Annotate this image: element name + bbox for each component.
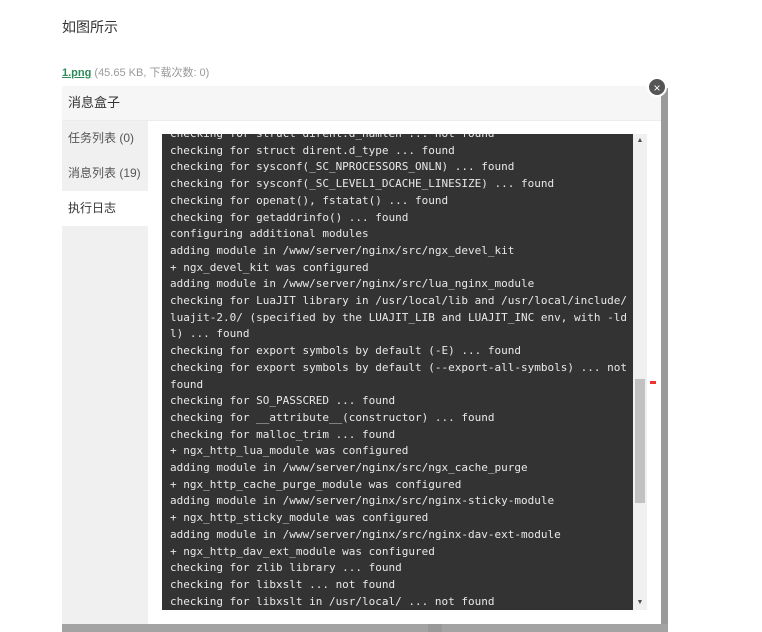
message-box-modal: 消息盒子 × 任务列表 (0) 消息列表 (19) 执行日志 checking … [62, 77, 667, 624]
attachment-meta: (45.65 KB, 下载次数: 0) [94, 67, 210, 79]
log-line: configuring additional modules [170, 227, 369, 241]
log-line: adding module in /www/server/nginx/src/n… [170, 461, 528, 475]
close-icon[interactable]: × [647, 77, 667, 97]
attachment-link[interactable]: 1.png [62, 67, 91, 79]
tab-message-list[interactable]: 消息列表 (19) [62, 156, 148, 191]
scroll-thumb[interactable] [635, 379, 645, 503]
log-line: checking for openat(), fstatat() ... fou… [170, 193, 449, 207]
attachment-info: 1.png (45.65 KB, 下载次数: 0) [62, 64, 209, 80]
log-line: + ngx_http_lua_module was configured [170, 444, 409, 458]
modal-title: 消息盒子 [68, 95, 121, 110]
red-marker [650, 381, 656, 384]
log-line: adding module in /www/server/nginx/src/l… [170, 277, 535, 291]
log-line: adding module in /www/server/nginx/src/n… [170, 494, 555, 508]
log-line: + ngx_http_dav_ext_module was configured [170, 544, 435, 558]
modal-header: 消息盒子 [62, 86, 661, 121]
log-line: checking for SO_PASSCRED ... found [170, 394, 396, 408]
log-line: checking for export symbols by default (… [170, 360, 634, 391]
log-line: checking for libxslt ... not found [170, 577, 396, 591]
log-line: checking for malloc_trim ... found [170, 427, 396, 441]
log-line: checking for struct dirent.d_type ... fo… [170, 143, 455, 157]
log-line: checking for sysconf(_SC_NPROCESSORS_ONL… [170, 160, 515, 174]
modal-backdrop-right [661, 88, 668, 632]
scroll-down-icon[interactable]: ▼ [633, 596, 647, 610]
execution-log-panel[interactable]: checking for struct dirent.d_namlen ... … [162, 134, 647, 610]
log-line: checking for export symbols by default (… [170, 344, 521, 358]
log-line: checking for __attribute__(constructor) … [170, 410, 495, 424]
log-line: checking for getaddrinfo() ... found [170, 210, 409, 224]
log-line: adding module in /www/server/nginx/src/n… [170, 527, 561, 541]
log-line: checking for libxslt in /usr/local/ ... … [170, 594, 495, 608]
log-scrollbar[interactable]: ▲ ▼ [633, 134, 647, 610]
log-line: checking for LuaJIT library in /usr/loca… [170, 294, 627, 341]
log-line: checking for struct dirent.d_namlen ... … [170, 134, 631, 143]
tab-execution-log[interactable]: 执行日志 [62, 191, 148, 226]
log-line: + ngx_http_cache_purge_module was config… [170, 477, 462, 491]
scroll-up-icon[interactable]: ▲ [633, 134, 647, 148]
log-line: adding module in /www/server/nginx/src/n… [170, 243, 515, 257]
post-caption: 如图所示 [62, 19, 118, 35]
tab-task-list[interactable]: 任务列表 (0) [62, 121, 148, 156]
log-line: checking for sysconf(_SC_LEVEL1_DCACHE_L… [170, 177, 555, 191]
log-line: + ngx_http_sticky_module was configured [170, 511, 429, 525]
modal-backdrop-bottom [62, 624, 668, 632]
modal-sidebar: 任务列表 (0) 消息列表 (19) 执行日志 [62, 121, 148, 624]
log-line: checking for zlib library ... found [170, 561, 402, 575]
log-line: + ngx_devel_kit was configured [170, 260, 369, 274]
log-output: checking for struct dirent.d_namlen ... … [170, 134, 631, 610]
